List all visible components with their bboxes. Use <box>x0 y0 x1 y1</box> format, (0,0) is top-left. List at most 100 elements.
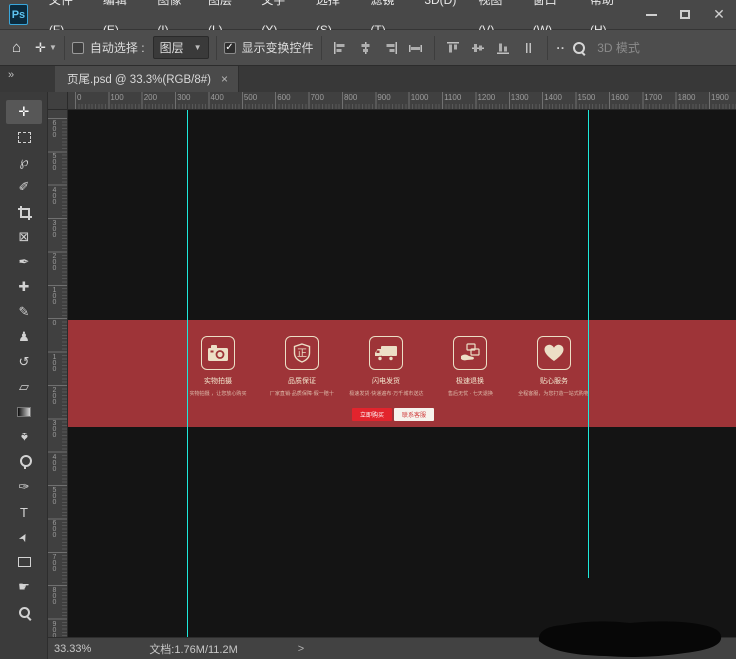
vertical-ruler[interactable]: 6005004003002001000100200300400500600700… <box>48 110 68 637</box>
shield-icon: 正 <box>285 336 319 370</box>
move-icon: ✛ <box>19 104 30 120</box>
document-size-info: 文档:1.76M/11.2M <box>149 641 237 657</box>
close-icon[interactable]: ✕ <box>702 0 736 29</box>
banner-button-1[interactable]: 立即购买 <box>352 408 392 421</box>
h-ruler-label: 700 <box>309 93 324 102</box>
zoom-icon <box>18 606 31 619</box>
zoom-tool[interactable] <box>6 600 42 624</box>
move-tool[interactable]: ✛ <box>6 100 42 124</box>
banner-feature-4: 极速退换售后无忧 · 七天退换 <box>428 336 512 397</box>
options-bar: ⌂ ✛ ▼ 自动选择 : 图层 ▼ ✓ 显示变换控件 .. 3D 模式 <box>0 30 736 66</box>
banner-feature-subtitle: 实物拍摄 ，让您放心购买 <box>189 389 246 396</box>
tools-panel: ✛ ℘ ✐ ⊠✒ ✚ ✎♟↺▱ ♠ ✑ T ➤ ☛ <box>0 92 48 659</box>
h-ruler-label: 300 <box>175 93 190 102</box>
ruler-corner <box>48 92 68 110</box>
frame-tool[interactable]: ⊠ <box>6 225 42 249</box>
move-tool-option[interactable]: ✛ ▼ <box>35 40 57 56</box>
banner-feature-title: 闪电发货 <box>372 376 400 386</box>
quick-selection-tool[interactable]: ✐ <box>6 175 42 199</box>
eraser-tool[interactable]: ▱ <box>6 375 42 399</box>
maximize-icon[interactable] <box>668 0 702 29</box>
pen-tool[interactable]: ✑ <box>6 475 42 499</box>
align-center-v-icon[interactable] <box>471 41 486 55</box>
document-tab[interactable]: 页尾.psd @ 33.3%(RGB/8#) × <box>55 66 239 92</box>
banner-button-2[interactable]: 联系客服 <box>394 408 434 421</box>
show-transform-checkbox[interactable]: ✓ <box>224 42 236 54</box>
h-ruler-label: 900 <box>375 93 390 102</box>
svg-text:正: 正 <box>297 349 307 360</box>
crop-tool[interactable] <box>6 200 42 224</box>
h-ruler-label: 800 <box>342 93 357 102</box>
lasso-icon: ℘ <box>19 154 28 170</box>
footer-banner-artwork: 实物拍摄实物拍摄 ，让您放心购买 正 品质保证厂家直销·品质保障·假一赔十 闪电… <box>68 320 736 427</box>
banner-feature-title: 实物拍摄 <box>204 376 232 386</box>
ink-blob-overlay <box>535 615 725 659</box>
minimize-icon[interactable] <box>634 0 668 29</box>
horizontal-ruler[interactable]: 0100200300400500600700800900100011001200… <box>68 92 736 110</box>
v-ruler-label: 900 <box>51 619 58 637</box>
divider <box>64 36 65 60</box>
h-ruler-label: 1100 <box>442 93 461 102</box>
align-right-icon[interactable] <box>383 41 398 55</box>
v-ruler-label: 600 <box>51 118 58 138</box>
camera-icon <box>201 336 235 370</box>
path-selection-icon: ➤ <box>16 530 32 544</box>
align-center-h-icon[interactable] <box>358 41 373 55</box>
tab-close-icon[interactable]: × <box>221 72 228 86</box>
brush-tool[interactable]: ✎ <box>6 300 42 324</box>
more-options-icon[interactable]: .. <box>557 38 566 52</box>
eyedropper-tool[interactable]: ✒ <box>6 250 42 274</box>
blur-icon: ♠ <box>21 430 28 445</box>
banner-feature-title: 贴心服务 <box>540 376 568 386</box>
dodge-tool[interactable] <box>6 450 42 474</box>
gradient-tool[interactable] <box>6 400 42 424</box>
pen-icon: ✑ <box>19 479 30 495</box>
v-ruler-label: 600 <box>51 518 58 538</box>
align-left-icon[interactable] <box>333 41 348 55</box>
h-ruler-label: 1200 <box>475 93 495 102</box>
type-tool[interactable]: T <box>6 500 42 524</box>
home-icon[interactable]: ⌂ <box>12 39 21 56</box>
lasso-tool[interactable]: ℘ <box>6 150 42 174</box>
quick-selection-icon: ✐ <box>19 179 30 195</box>
zoom-level-field[interactable]: 33.33% <box>54 643 91 655</box>
auto-select-checkbox[interactable] <box>72 42 84 54</box>
distribute-h-icon[interactable] <box>408 41 423 55</box>
chevron-down-icon: ▼ <box>194 43 202 52</box>
3d-mode-label[interactable]: 3D 模式 <box>597 39 640 56</box>
gradient-icon <box>17 407 31 417</box>
auto-select-target-dropdown[interactable]: 图层 ▼ <box>153 36 209 59</box>
align-vertical-group <box>446 41 536 55</box>
h-ruler-label: 1600 <box>609 93 629 102</box>
v-ruler-label: 700 <box>51 552 58 572</box>
spot-healing-tool[interactable]: ✚ <box>6 275 42 299</box>
status-chevron-icon[interactable]: > <box>298 643 304 655</box>
rectangular-marquee-tool[interactable] <box>6 125 42 149</box>
guide-vertical-1[interactable] <box>187 110 188 637</box>
blur-tool[interactable]: ♠ <box>6 425 42 449</box>
hand-tool[interactable]: ☛ <box>6 575 42 599</box>
rectangle-tool[interactable] <box>6 550 42 574</box>
banner-feature-title: 极速退换 <box>456 376 484 386</box>
v-ruler-label: 300 <box>51 418 58 438</box>
h-ruler-label: 600 <box>275 93 290 102</box>
divider <box>434 36 435 60</box>
chevron-down-icon: ▼ <box>49 43 57 52</box>
clone-stamp-tool[interactable]: ♟ <box>6 325 42 349</box>
h-ruler-label: 1000 <box>409 93 429 102</box>
search-icon[interactable] <box>573 42 585 54</box>
document-tab-title: 页尾.psd @ 33.3%(RGB/8#) <box>67 71 211 87</box>
distribute-v-icon[interactable] <box>521 41 536 55</box>
document-canvas[interactable]: 实物拍摄实物拍摄 ，让您放心购买 正 品质保证厂家直销·品质保障·假一赔十 闪电… <box>68 110 736 637</box>
v-ruler-label: 300 <box>51 218 58 238</box>
history-brush-tool[interactable]: ↺ <box>6 350 42 374</box>
auto-select-label: 自动选择 : <box>90 39 145 56</box>
guide-vertical-2[interactable] <box>588 110 589 578</box>
rectangle-icon <box>18 557 31 567</box>
align-top-icon[interactable] <box>446 41 461 55</box>
h-ruler-label: 500 <box>242 93 257 102</box>
spot-healing-icon: ✚ <box>19 279 30 295</box>
path-selection-tool[interactable]: ➤ <box>6 525 42 549</box>
align-bottom-icon[interactable] <box>496 41 511 55</box>
collapse-panels-icon[interactable]: » <box>8 69 13 81</box>
